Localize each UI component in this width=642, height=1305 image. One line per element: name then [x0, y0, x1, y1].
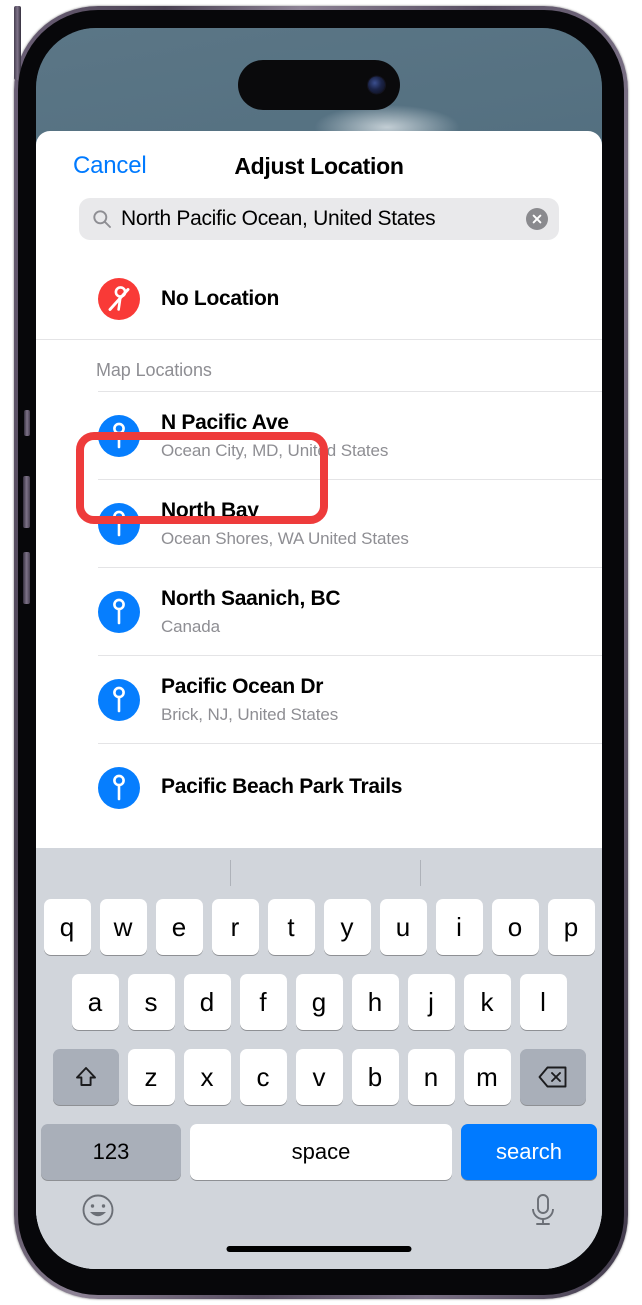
key-m[interactable]: m	[463, 1049, 511, 1105]
location-row-text: Pacific Ocean Dr Brick, NJ, United States	[161, 674, 338, 725]
key-y[interactable]: y	[323, 899, 371, 955]
location-row[interactable]: Pacific Beach Park Trails	[36, 744, 602, 831]
page-title: Adjust Location	[234, 153, 404, 179]
adjust-location-sheet: Cancel Adjust Location North Pacific Oce…	[36, 131, 602, 1269]
front-camera-icon	[368, 76, 385, 94]
key-b[interactable]: b	[351, 1049, 399, 1105]
key-p[interactable]: p	[547, 899, 595, 955]
location-row-text: North Saanich, BC Canada	[161, 586, 341, 637]
location-row-text: North Bay Ocean Shores, WA United States	[161, 498, 409, 549]
location-title: Pacific Ocean Dr	[161, 674, 324, 698]
location-row[interactable]: North Saanich, BC Canada	[36, 568, 602, 655]
key-k[interactable]: k	[463, 974, 511, 1030]
location-row[interactable]: North Bay Ocean Shores, WA United States	[36, 480, 602, 567]
letter-keys-row-3: zxcvbnm	[127, 1049, 511, 1105]
location-rows: N Pacific Ave Ocean City, MD, United Stat…	[36, 392, 602, 831]
keyboard-row-3: zxcvbnm	[36, 1045, 602, 1109]
location-subtitle: Canada	[161, 616, 220, 636]
volume-up-button[interactable]	[23, 476, 30, 528]
clear-search-button[interactable]	[526, 208, 548, 230]
key-g[interactable]: g	[295, 974, 343, 1030]
emoji-key[interactable]	[78, 1190, 118, 1230]
search-bar-container	[36, 198, 602, 240]
emoji-smiley-icon	[82, 1194, 114, 1226]
location-title: Pacific Beach Park Trails	[161, 775, 403, 799]
search-bar[interactable]	[79, 198, 559, 240]
volume-down-button[interactable]	[23, 552, 30, 604]
map-pin-icon	[98, 678, 140, 721]
search-return-key[interactable]: search	[461, 1124, 597, 1180]
backspace-key[interactable]	[519, 1049, 586, 1105]
home-indicator[interactable]	[226, 1246, 412, 1252]
key-s[interactable]: s	[127, 974, 175, 1030]
phone-frame: Cancel Adjust Location North Pacific Oce…	[14, 6, 628, 1299]
close-icon	[532, 214, 542, 224]
location-subtitle: Ocean City, MD, United States	[161, 440, 389, 460]
space-key[interactable]: space	[190, 1124, 452, 1180]
key-u[interactable]: u	[379, 899, 427, 955]
key-i[interactable]: i	[435, 899, 483, 955]
keyboard-row-1: qwertyuiop	[36, 895, 602, 959]
key-z[interactable]: z	[127, 1049, 175, 1105]
location-title: North Saanich, BC	[161, 586, 341, 610]
key-a[interactable]: a	[71, 974, 119, 1030]
key-f[interactable]: f	[239, 974, 287, 1030]
keyboard-row-4: 123 space search	[36, 1120, 602, 1184]
backspace-icon	[538, 1066, 566, 1088]
dictation-key[interactable]	[526, 1190, 560, 1230]
key-n[interactable]: n	[407, 1049, 455, 1105]
key-h[interactable]: h	[351, 974, 399, 1030]
location-row[interactable]: Pacific Ocean Dr Brick, NJ, United States	[36, 656, 602, 743]
key-v[interactable]: v	[295, 1049, 343, 1105]
key-j[interactable]: j	[407, 974, 455, 1030]
key-r[interactable]: r	[211, 899, 259, 955]
key-e[interactable]: e	[155, 899, 203, 955]
numbers-key[interactable]: 123	[41, 1124, 181, 1180]
location-title: North Bay	[161, 498, 259, 522]
key-x[interactable]: x	[183, 1049, 231, 1105]
microphone-icon	[532, 1194, 554, 1225]
search-input[interactable]	[79, 198, 559, 240]
location-row-text: Pacific Beach Park Trails	[161, 774, 402, 801]
key-l[interactable]: l	[519, 974, 567, 1030]
location-title: N Pacific Ave	[161, 410, 289, 434]
silent-switch[interactable]	[24, 410, 30, 436]
key-q[interactable]: q	[43, 899, 91, 955]
no-location-label: No Location	[161, 286, 280, 310]
no-location-pin-icon	[98, 278, 140, 320]
location-row[interactable]: N Pacific Ave Ocean City, MD, United Stat…	[36, 392, 602, 479]
location-subtitle: Brick, NJ, United States	[161, 704, 339, 724]
map-pin-icon	[98, 590, 140, 633]
key-c[interactable]: c	[239, 1049, 287, 1105]
key-w[interactable]: w	[99, 899, 147, 955]
keyboard-row-2: asdfghjkl	[36, 970, 602, 1034]
dynamic-island	[238, 60, 400, 110]
predictive-divider	[230, 860, 231, 886]
location-row-text: N Pacific Ave Ocean City, MD, United Stat…	[161, 410, 388, 461]
map-pin-icon	[98, 502, 140, 545]
location-subtitle: Ocean Shores, WA United States	[161, 528, 409, 548]
on-screen-keyboard: qwertyuiop asdfghjkl zxcvbnm 123 space s…	[36, 848, 602, 1269]
sheet-header: Cancel Adjust Location	[36, 131, 602, 198]
map-pin-icon	[98, 766, 140, 809]
shift-arrow-icon	[75, 1067, 96, 1086]
predictive-divider	[420, 860, 421, 886]
search-icon	[93, 210, 111, 228]
shift-key[interactable]	[52, 1049, 119, 1105]
no-location-text: No Location	[161, 286, 279, 313]
key-d[interactable]: d	[183, 974, 231, 1030]
phone-screen: Cancel Adjust Location North Pacific Oce…	[36, 28, 602, 1269]
key-o[interactable]: o	[491, 899, 539, 955]
section-header-map-locations: Map Locations	[96, 360, 212, 380]
key-t[interactable]: t	[267, 899, 315, 955]
no-location-row[interactable]: No Location	[36, 259, 602, 339]
predictive-text-bar[interactable]	[36, 848, 602, 895]
map-pin-icon	[98, 414, 140, 457]
keyboard-bottom-bar	[36, 1184, 602, 1248]
location-results-list: No Location Map Locations N Pacific Ave O…	[36, 259, 602, 831]
